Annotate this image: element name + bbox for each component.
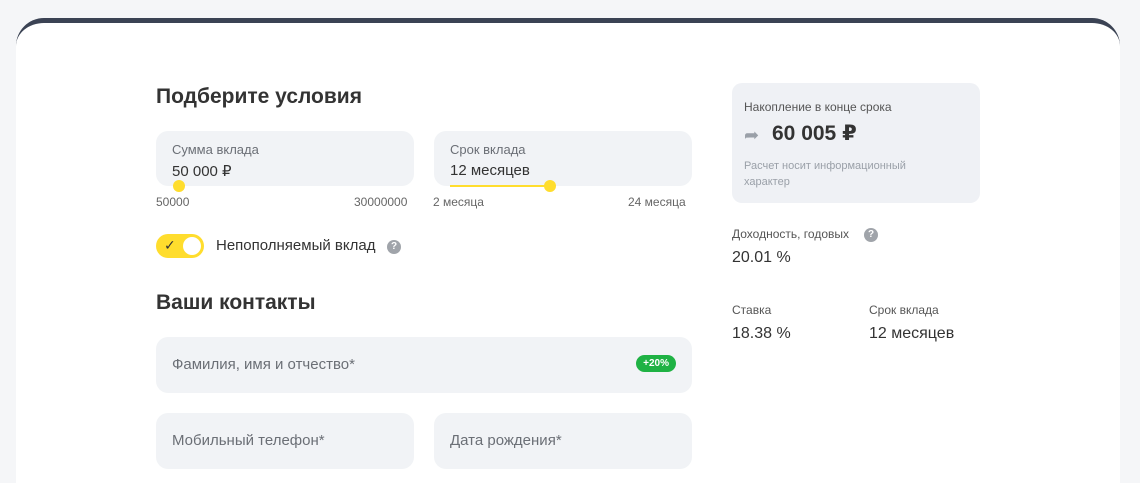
- amount-value: 50 000 ₽: [172, 163, 232, 180]
- birthdate-placeholder: Дата рождения*: [450, 432, 562, 449]
- term-slider-knob[interactable]: [544, 180, 556, 192]
- accumulation-label: Накопление в конце срока: [744, 100, 892, 114]
- bonus-badge: +20%: [636, 355, 676, 372]
- yield-label: Доходность, годовых: [732, 227, 849, 241]
- phone-input[interactable]: Мобильный телефон*: [156, 413, 414, 469]
- term-slider-track: [450, 185, 550, 187]
- check-icon: ✓: [164, 237, 176, 253]
- fullname-input[interactable]: Фамилия, имя и отчество* +20%: [156, 337, 692, 393]
- help-icon[interactable]: ?: [387, 240, 401, 254]
- rate-label: Ставка: [732, 303, 772, 317]
- toggle-knob: [183, 237, 201, 255]
- fullname-placeholder: Фамилия, имя и отчество*: [172, 356, 355, 373]
- non-refillable-label: Непополняемый вклад: [216, 237, 376, 254]
- amount-slider-knob[interactable]: [173, 180, 185, 192]
- term-summary-label: Срок вклада: [869, 303, 939, 317]
- term-min: 2 месяца: [433, 195, 484, 209]
- term-value: 12 месяцев: [450, 162, 530, 179]
- accumulation-amount: 60 005 ₽: [772, 122, 857, 145]
- arrow-icon: ➦: [744, 125, 760, 145]
- term-field[interactable]: Срок вклада 12 месяцев: [434, 131, 692, 186]
- term-label: Срок вклада: [450, 142, 526, 157]
- birthdate-input[interactable]: Дата рождения*: [434, 413, 692, 469]
- non-refillable-toggle[interactable]: ✓: [156, 234, 204, 258]
- amount-min: 50000: [156, 195, 190, 209]
- calculator-card: Подберите условия Сумма вклада 50 000 ₽ …: [16, 18, 1120, 483]
- disclaimer-note: Расчет носит информационный характер: [744, 160, 906, 188]
- yield-value: 20.01 %: [732, 249, 791, 266]
- term-summary-value: 12 месяцев: [869, 325, 955, 342]
- summary-panel: Накопление в конце срока ➦ 60 005 ₽ Расч…: [732, 83, 980, 203]
- rate-value: 18.38 %: [732, 325, 791, 342]
- amount-label: Сумма вклада: [172, 142, 259, 157]
- amount-field[interactable]: Сумма вклада 50 000 ₽: [156, 131, 414, 186]
- contacts-title: Ваши контакты: [156, 291, 316, 314]
- term-max: 24 месяца: [628, 195, 686, 209]
- phone-placeholder: Мобильный телефон*: [172, 432, 325, 449]
- amount-max: 30000000: [354, 195, 408, 209]
- conditions-title: Подберите условия: [156, 85, 362, 108]
- yield-help-icon[interactable]: ?: [864, 228, 878, 242]
